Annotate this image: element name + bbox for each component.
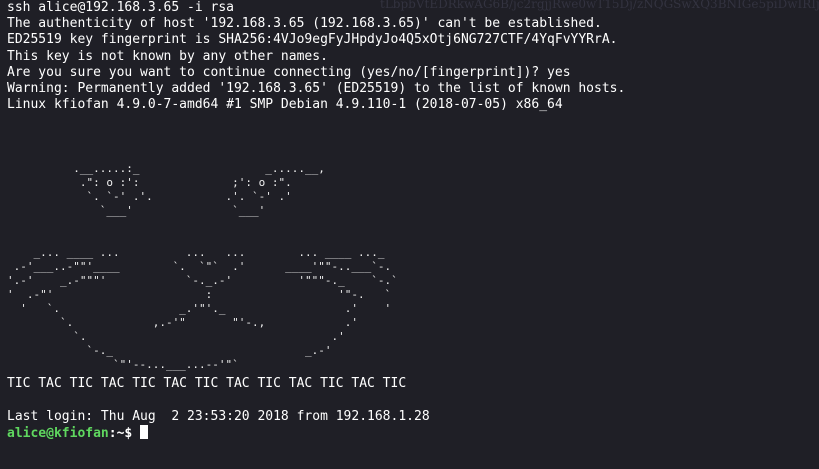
system-banner-line: Linux kfiofan 4.9.0-7-amd64 #1 SMP Debia… — [7, 97, 563, 113]
tic-tac-line: TIC TAC TIC TAC TIC TAC TIC TAC TIC TAC … — [7, 376, 407, 392]
ascii-art-face: .__.....:_ _.....__, .": o :': ;': o :".… — [7, 162, 398, 372]
terminal-window[interactable]: tLbpbVtEDRkwAG6B/jc2rgjjRwe0wT15Dj/zNQGS… — [0, 0, 819, 469]
authenticity-warning-line: The authenticity of host '192.168.3.65 (… — [7, 16, 602, 32]
key-fingerprint-line: ED25519 key fingerprint is SHA256:4VJo9e… — [7, 32, 618, 48]
continue-connecting-line: Are you sure you want to continue connec… — [7, 64, 571, 80]
prompt-path: :~$ — [108, 425, 141, 441]
prompt-user-host: alice@kfiofan — [7, 425, 109, 441]
unknown-key-line: This key is not known by any other names… — [7, 48, 328, 64]
text-cursor[interactable] — [140, 424, 149, 439]
known-hosts-warning-line: Warning: Permanently added '192.168.3.65… — [7, 80, 626, 96]
last-login-line: Last login: Thu Aug 2 23:53:20 2018 from… — [7, 408, 430, 424]
ssh-output: ssh alice@192.168.3.65 -i rsa The authen… — [7, 0, 819, 113]
ssh-command-line: ssh alice@192.168.3.65 -i rsa — [7, 0, 234, 15]
shell-prompt[interactable]: alice@kfiofan:~$ — [7, 424, 819, 441]
